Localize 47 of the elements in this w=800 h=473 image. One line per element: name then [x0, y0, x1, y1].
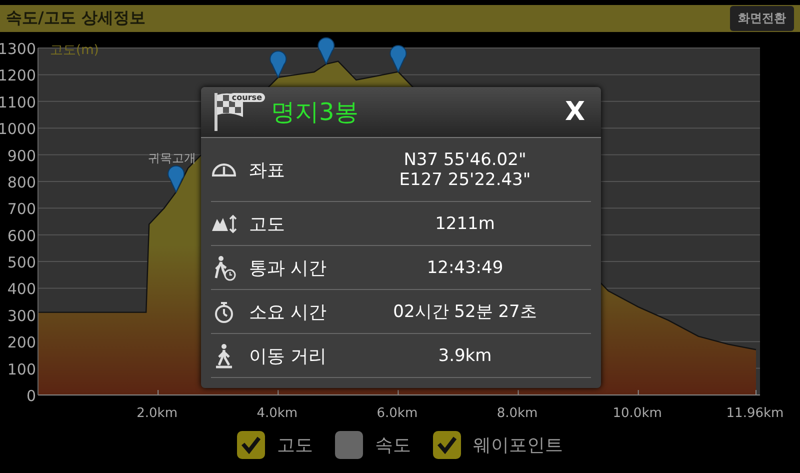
- waypoint-label: 귀목고개: [148, 151, 196, 166]
- x-tick-label: 2.0km: [136, 406, 178, 421]
- x-tick-label: 11.96km: [726, 406, 784, 421]
- y-tick-label: 700: [7, 200, 36, 218]
- info-label: 소요 시간: [249, 300, 328, 324]
- info-value: 12:43:49: [426, 258, 504, 278]
- y-tick-label: 500: [7, 254, 36, 272]
- info-label: 이동 거리: [249, 344, 328, 368]
- waypoint-pin-icon[interactable]: [318, 37, 335, 65]
- check-icon: [437, 436, 457, 454]
- x-tick-label: 10.0km: [612, 406, 662, 421]
- waypoint-pin-icon[interactable]: [270, 50, 287, 78]
- y-tick-label: 900: [7, 146, 36, 165]
- y-tick-label: 800: [7, 173, 36, 192]
- checkbox[interactable]: [335, 431, 363, 459]
- legend-checkbox[interactable]: 웨이포인트: [433, 431, 563, 459]
- x-tick-label: 6.0km: [376, 406, 418, 421]
- screen-title: 속도/고도 상세정보: [6, 8, 146, 29]
- x-tick-label: 8.0km: [496, 406, 538, 421]
- y-tick-label: 100: [7, 360, 36, 378]
- close-button[interactable]: X: [560, 97, 589, 127]
- gauge-icon: [212, 162, 236, 176]
- x-tick-label: 4.0km: [256, 406, 298, 421]
- info-value: N37 55'46.02": [404, 150, 526, 170]
- dialog-title: 명지3봉: [271, 97, 360, 128]
- waypoint-pin-icon[interactable]: [390, 44, 407, 72]
- info-label: 좌표: [249, 158, 286, 182]
- info-value: E127 25'22.43": [399, 170, 531, 190]
- info-value: 02시간 52분 27초: [393, 301, 537, 323]
- waypoint-pin-icon[interactable]: [168, 165, 185, 193]
- y-tick-label: 400: [7, 280, 36, 298]
- info-label: 통과 시간: [249, 256, 328, 280]
- checkbox[interactable]: [433, 431, 461, 459]
- info-value: 1211m: [435, 214, 495, 234]
- legend-checkbox[interactable]: 고도: [237, 431, 313, 459]
- switch-view-button[interactable]: 화면전환: [730, 6, 794, 31]
- info-label: 고도: [249, 212, 286, 236]
- y-tick-label: 200: [7, 334, 36, 352]
- axis-title: 고도(m): [50, 43, 99, 58]
- y-tick-label: 600: [7, 226, 36, 245]
- info-value: 3.9km: [438, 346, 492, 366]
- y-tick-label: 0: [26, 387, 36, 405]
- course-badge: course: [228, 93, 265, 102]
- legend-checkbox[interactable]: 속도: [335, 431, 411, 459]
- y-tick-label: 300: [7, 306, 36, 325]
- check-icon: [241, 436, 261, 454]
- checkbox[interactable]: [237, 431, 265, 459]
